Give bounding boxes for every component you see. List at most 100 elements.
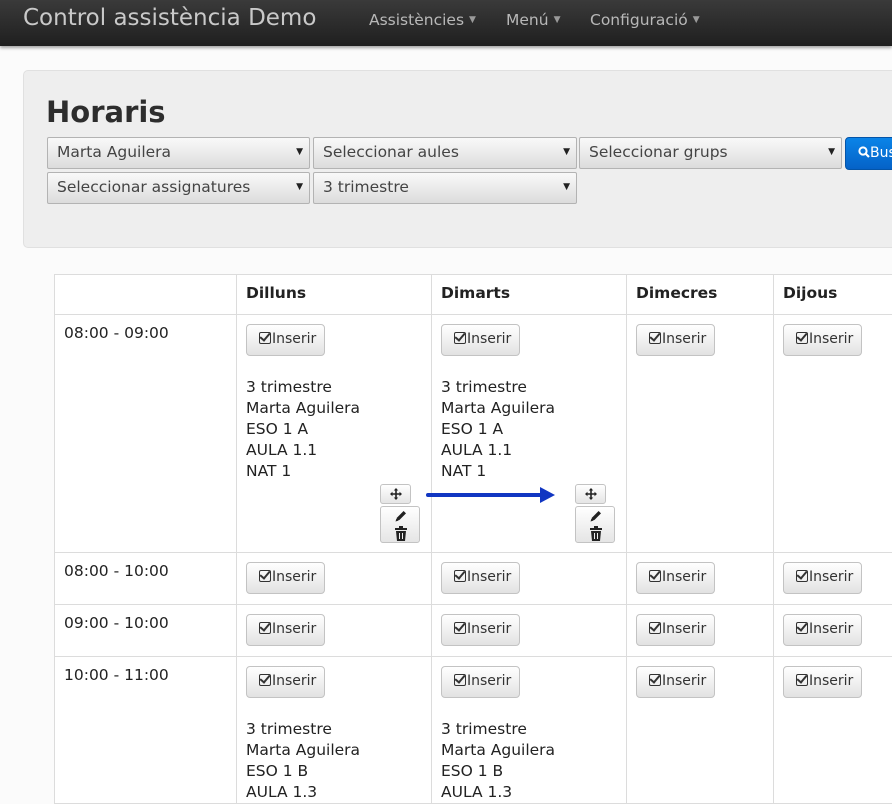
search-button[interactable]: Bus: [845, 137, 892, 170]
insert-button[interactable]: Inserir: [783, 614, 862, 646]
edit-delete-group: [575, 506, 615, 543]
menu-label: Menú: [506, 11, 549, 29]
insert-button-label: Inserir: [809, 331, 854, 347]
entry-group: ESO 1 A: [246, 420, 309, 438]
term-select-value: 3 trimestre: [323, 178, 409, 196]
check-square-icon: [259, 332, 271, 344]
insert-button[interactable]: Inserir: [636, 324, 715, 356]
menu-assistencies[interactable]: Assistències ▼: [369, 11, 476, 29]
entry-room: AULA 1.1: [246, 441, 318, 459]
rooms-select-value: Seleccionar aules: [323, 143, 459, 161]
move-handle[interactable]: [380, 484, 411, 504]
brand-title[interactable]: Control assistència Demo: [23, 5, 316, 31]
insert-button[interactable]: Inserir: [246, 324, 325, 356]
day-header-dimecres: Dimecres: [636, 284, 718, 302]
schedule-entry: 3 trimestre Marta Aguilera ESO 1 A AULA …: [246, 377, 360, 482]
check-square-icon: [259, 622, 271, 634]
check-square-icon: [649, 622, 661, 634]
dropdown-arrow-icon: ▼: [296, 182, 303, 192]
entry-room: AULA 1.1: [441, 441, 513, 459]
insert-button[interactable]: Inserir: [441, 324, 520, 356]
groups-select-value: Seleccionar grups: [589, 143, 728, 161]
check-square-icon: [259, 674, 271, 686]
check-square-icon: [649, 570, 661, 582]
day-header-dijous: Dijous: [783, 284, 838, 302]
teacher-select-value: Marta Aguilera: [57, 143, 172, 161]
pencil-icon[interactable]: [394, 509, 408, 523]
menu-configuracio[interactable]: Configuració ▼: [590, 11, 700, 29]
time-slot-label: 08:00 - 09:00: [64, 324, 169, 342]
trash-icon[interactable]: [589, 526, 603, 541]
edit-delete-group: [380, 506, 420, 543]
entry-teacher: Marta Aguilera: [441, 741, 556, 759]
entry-term: 3 trimestre: [246, 720, 332, 738]
move-icon: [584, 488, 597, 500]
dropdown-arrow-icon: ▼: [296, 147, 303, 157]
row-divider: [54, 604, 892, 605]
insert-button[interactable]: Inserir: [246, 562, 325, 594]
dropdown-arrow-icon: ▼: [828, 147, 835, 157]
schedule-entry: 3 trimestre Marta Aguilera ESO 1 B AULA …: [246, 719, 360, 803]
day-header-dimarts: Dimarts: [441, 284, 511, 302]
insert-button[interactable]: Inserir: [636, 614, 715, 646]
insert-button[interactable]: Inserir: [783, 324, 862, 356]
insert-button[interactable]: Inserir: [246, 614, 325, 646]
insert-button[interactable]: Inserir: [636, 666, 715, 698]
insert-button-label: Inserir: [809, 621, 854, 637]
drag-arrow: [426, 493, 544, 497]
column-divider: [773, 274, 774, 804]
entry-group: ESO 1 B: [246, 762, 309, 780]
time-slot-label: 09:00 - 10:00: [64, 614, 169, 632]
row-divider: [54, 656, 892, 657]
teacher-select[interactable]: Marta Aguilera ▼: [47, 137, 310, 169]
insert-button[interactable]: Inserir: [783, 562, 862, 594]
row-divider: [54, 314, 892, 315]
insert-button-label: Inserir: [272, 673, 317, 689]
check-square-icon: [796, 674, 808, 686]
subjects-select[interactable]: Seleccionar assignatures ▼: [47, 172, 310, 204]
column-divider: [626, 274, 627, 804]
menu-label: Assistències: [369, 11, 465, 29]
trash-icon[interactable]: [394, 526, 408, 541]
dropdown-arrow-icon: ▼: [563, 182, 570, 192]
entry-group: ESO 1 A: [441, 420, 504, 438]
insert-button[interactable]: Inserir: [441, 666, 520, 698]
time-slot-label: 10:00 - 11:00: [64, 666, 169, 684]
caret-down-icon: ▼: [692, 15, 700, 25]
insert-button[interactable]: Inserir: [441, 614, 520, 646]
time-slot-label: 08:00 - 10:00: [64, 562, 169, 580]
check-square-icon: [796, 570, 808, 582]
menu-label: Configuració: [590, 11, 688, 29]
move-handle[interactable]: [575, 484, 606, 504]
pencil-icon[interactable]: [589, 509, 603, 523]
search-icon: [858, 146, 870, 158]
insert-button-label: Inserir: [467, 569, 512, 585]
insert-button-label: Inserir: [467, 673, 512, 689]
insert-button[interactable]: Inserir: [636, 562, 715, 594]
insert-button[interactable]: Inserir: [441, 562, 520, 594]
navbar: Control assistència Demo Assistències ▼ M…: [0, 0, 892, 46]
day-header-dilluns: Dilluns: [246, 284, 307, 302]
insert-button[interactable]: Inserir: [246, 666, 325, 698]
entry-subject: NAT 1: [441, 462, 487, 480]
entry-teacher: Marta Aguilera: [441, 399, 556, 417]
insert-button-label: Inserir: [662, 673, 707, 689]
check-square-icon: [649, 674, 661, 686]
check-square-icon: [259, 570, 271, 582]
insert-button-label: Inserir: [662, 621, 707, 637]
rooms-select[interactable]: Seleccionar aules ▼: [313, 137, 577, 169]
column-divider: [431, 274, 432, 804]
insert-button-label: Inserir: [809, 569, 854, 585]
check-square-icon: [796, 332, 808, 344]
check-square-icon: [454, 570, 466, 582]
insert-button-label: Inserir: [467, 621, 512, 637]
insert-button-label: Inserir: [809, 673, 854, 689]
insert-button-label: Inserir: [272, 331, 317, 347]
groups-select[interactable]: Seleccionar grups ▼: [579, 137, 842, 169]
entry-group: ESO 1 B: [441, 762, 504, 780]
term-select[interactable]: 3 trimestre ▼: [313, 172, 577, 204]
entry-term: 3 trimestre: [441, 720, 527, 738]
insert-button[interactable]: Inserir: [783, 666, 862, 698]
caret-down-icon: ▼: [553, 15, 561, 25]
menu-menu[interactable]: Menú ▼: [506, 11, 560, 29]
